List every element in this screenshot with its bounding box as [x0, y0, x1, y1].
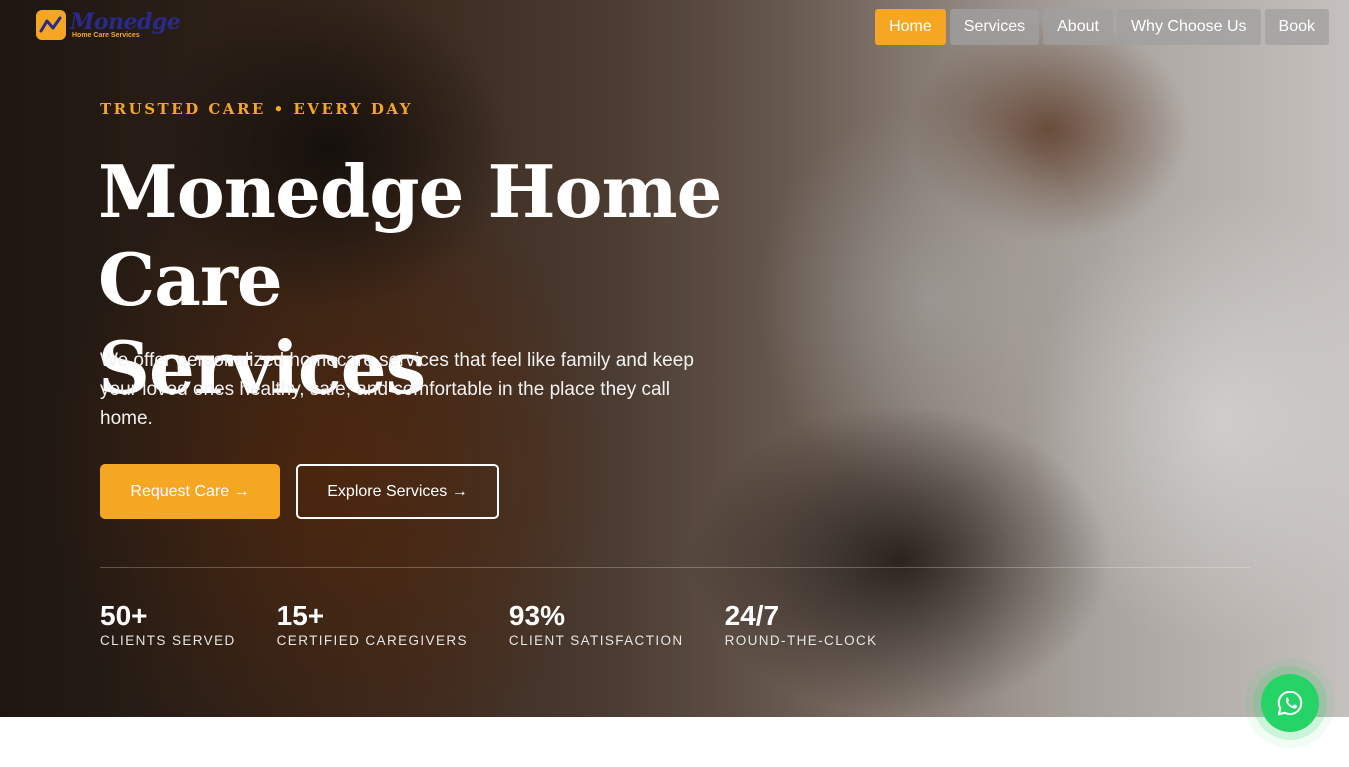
brand-tagline: Home Care Services	[72, 32, 140, 39]
nav-about[interactable]: About	[1043, 9, 1113, 45]
stat-satisfaction: 93% CLIENT SATISFACTION	[509, 600, 684, 650]
brand-logo[interactable]: Monedge Home Care Services	[36, 9, 181, 40]
nav-home[interactable]: Home	[875, 9, 946, 45]
hero-title-line1: Monedge Home Care	[98, 149, 722, 322]
hero-subtitle: We offer personalized homecare services …	[100, 350, 694, 429]
request-care-button[interactable]: Request Care →	[100, 464, 280, 519]
logo-mark-icon	[36, 10, 66, 40]
stat-value: 93%	[508, 600, 565, 631]
stat-value: 24/7	[724, 600, 780, 631]
nav-services[interactable]: Services	[949, 9, 1040, 45]
nav-book[interactable]: Book	[1264, 9, 1329, 45]
hero-eyebrow: TRUSTED CARE • EVERY DAY	[100, 100, 413, 118]
stat-label: ROUND-THE-CLOCK	[724, 633, 878, 648]
stat-value: 50+	[100, 600, 148, 631]
explore-services-button[interactable]: Explore Services →	[296, 464, 499, 519]
hero-section: Monedge Home Care Services Home Services…	[0, 0, 1349, 717]
whatsapp-chat-button[interactable]	[1261, 674, 1319, 732]
main-nav: Home Services About Why Choose Us Book	[875, 9, 1329, 45]
stat-label: CLIENTS SERVED	[100, 633, 236, 648]
stat-availability: 24/7 ROUND-THE-CLOCK	[725, 600, 878, 650]
stat-label: CERTIFIED CAREGIVERS	[276, 633, 468, 648]
stat-caregivers: 15+ CERTIFIED CAREGIVERS	[277, 600, 468, 650]
nav-why-choose-us[interactable]: Why Choose Us	[1116, 9, 1261, 45]
stat-clients: 50+ CLIENTS SERVED	[100, 600, 236, 650]
stats-row: 50+ CLIENTS SERVED 15+ CERTIFIED CAREGIV…	[100, 600, 919, 650]
stat-label: CLIENT SATISFACTION	[508, 633, 684, 648]
whatsapp-icon	[1277, 690, 1303, 716]
brand-name: Monedge	[70, 9, 181, 35]
stat-value: 15+	[276, 600, 325, 631]
stats-divider	[100, 567, 1250, 568]
